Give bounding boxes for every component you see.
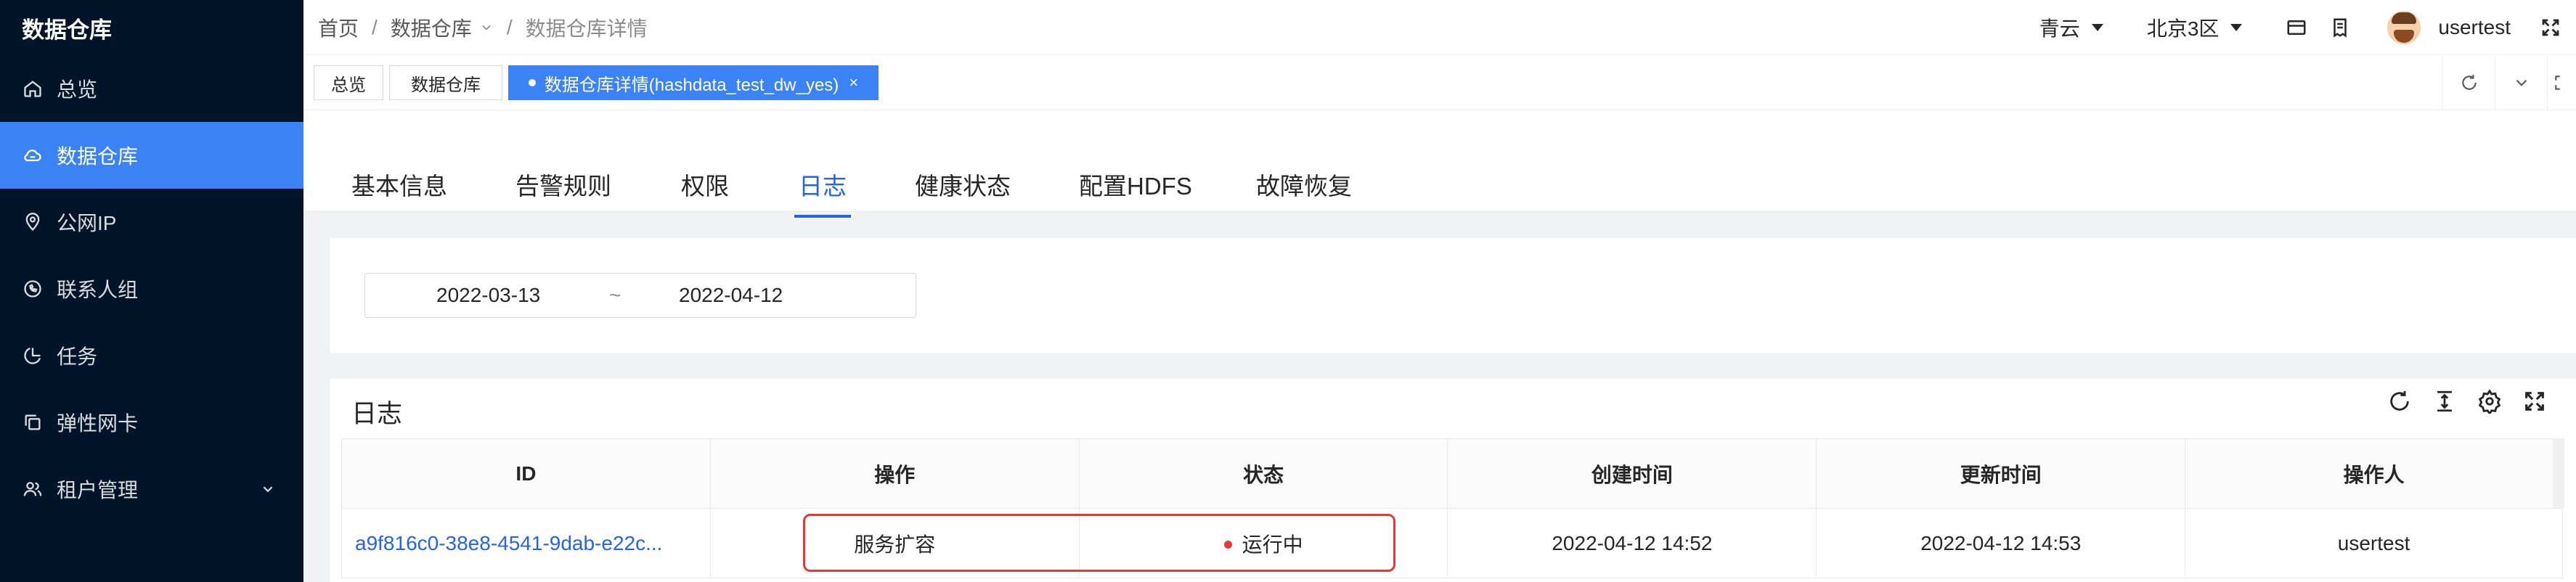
tab-permissions[interactable]: 权限 [681,167,729,212]
wallet-icon[interactable] [2286,17,2307,38]
breadcrumb-data-warehouse[interactable]: 数据仓库 [391,13,472,42]
tab-menu-button[interactable] [2495,55,2547,110]
chevron-down-icon[interactable] [479,20,494,35]
zone-select[interactable]: 北京3区 [2147,13,2243,42]
page-tabs-bar: 总览 数据仓库 数据仓库详情(hashdata_test_dw_yes) × [303,55,2576,110]
username[interactable]: usertest [2438,16,2511,39]
tab-health-status[interactable]: 健康状态 [915,167,1011,212]
sidebar-item-tasks[interactable]: 任务 [0,322,303,389]
date-range-separator: ~ [609,284,621,306]
log-status: 运行中 [1079,508,1448,578]
cloud-icon [22,144,44,166]
refresh-icon[interactable] [2387,389,2412,414]
log-toolbar [2367,389,2547,414]
log-table: ID 操作 状态 创建时间 更新时间 操作人 a9f816c0-38e8-454… [341,438,2563,578]
table-row: a9f816c0-38e8-4541-9dab-e22c... 服务扩容 运行中… [341,508,2563,578]
column-header-status[interactable]: 状态 [1079,438,1448,509]
breadcrumb-current: 数据仓库详情 [525,17,648,40]
page-tab-data-warehouse[interactable]: 数据仓库 [389,65,502,100]
fullscreen-icon[interactable] [2540,17,2561,38]
sidebar-item-label: 公网IP [57,212,117,234]
brand-title: 数据仓库 [22,17,112,43]
breadcrumb-separator: / [372,15,378,38]
table-header-row: ID 操作 状态 创建时间 更新时间 操作人 [341,438,2563,509]
status-dot [1223,540,1232,549]
sidebar-item-label: 联系人组 [57,279,139,301]
location-icon [22,211,44,233]
pie-icon [22,345,44,366]
log-created-time: 2022-04-12 14:52 [1447,508,1817,578]
end-date[interactable]: 2022-04-12 [679,284,783,307]
log-operator: usertest [2185,508,2563,578]
breadcrumb-separator: / [506,15,513,38]
page-tab-overview[interactable]: 总览 [314,65,383,100]
breadcrumb: 首页 / 数据仓库 / 数据仓库详情 [303,13,648,42]
column-header-created[interactable]: 创建时间 [1447,438,1817,509]
refresh-tab-button[interactable] [2442,55,2495,110]
table-scrollbar[interactable] [2553,438,2564,508]
breadcrumb-home[interactable]: 首页 [318,13,359,42]
sidebar-item-contact-group[interactable]: 联系人组 [0,255,303,322]
phone-chat-icon [22,278,44,300]
gear-icon[interactable] [2477,389,2502,414]
column-header-operation[interactable]: 操作 [710,438,1080,509]
start-date[interactable]: 2022-03-13 [436,284,540,307]
fullscreen-icon[interactable] [2522,389,2547,414]
sidebar-item-label: 任务 [57,345,98,368]
page-tab-data-warehouse-detail[interactable]: 数据仓库详情(hashdata_test_dw_yes) × [508,65,879,100]
sidebar-item-tenant-management[interactable]: 租户管理 [0,456,303,522]
sidebar-item-public-ip[interactable]: 公网IP [0,189,303,255]
close-icon[interactable]: × [849,73,858,92]
tab-alert-rules[interactable]: 告警规则 [515,167,611,212]
log-panel-title: 日志 [351,400,403,428]
caret-down-icon [2091,24,2103,31]
tab-expand-button[interactable] [2547,55,2576,110]
tab-tools [2442,55,2576,110]
column-header-id[interactable]: ID [341,438,711,509]
date-range-picker[interactable]: 2022-03-13 ~ 2022-04-12 [364,273,916,318]
column-height-icon[interactable] [2432,389,2457,414]
tab-basic-info[interactable]: 基本信息 [351,167,447,212]
status-text: 运行中 [1242,533,1303,556]
caret-down-icon [2230,24,2243,31]
log-operation: 服务扩容 [710,508,1080,578]
home-icon [22,78,44,99]
cloud-provider-select[interactable]: 青云 [2039,13,2103,42]
sidebar-item-label: 弹性网卡 [57,412,139,435]
tab-config-hdfs[interactable]: 配置HDFS [1079,167,1192,212]
sidebar-item-label: 租户管理 [57,479,139,501]
chevron-down-icon [2516,79,2527,86]
sidebar-item-elastic-nic[interactable]: 弹性网卡 [0,389,303,456]
top-header: 首页 / 数据仓库 / 数据仓库详情 青云 北京3区 usertest [303,0,2576,55]
chevron-down-icon[interactable] [260,481,276,497]
zone-value: 北京3区 [2146,17,2220,40]
log-card: 日志 ID 操作 状态 创建时间 更新时间 操作人 a9f816c0-38e8-… [330,379,2576,582]
active-dot [528,79,536,86]
filter-card: 2022-03-13 ~ 2022-04-12 [330,238,2576,353]
tab-logs[interactable]: 日志 [794,167,851,218]
user-group-icon [22,478,44,500]
sidebar-item-label: 数据仓库 [57,145,139,168]
sidebar-item-data-warehouse[interactable]: 数据仓库 [0,122,303,189]
header-actions: 青云 北京3区 usertest [2039,0,2576,55]
log-id-link[interactable]: a9f816c0-38e8-4541-9dab-e22c... [341,508,711,578]
sidebar-item-label: 总览 [57,78,98,101]
copy-icon [22,411,44,433]
cloud-provider-value: 青云 [2039,17,2080,40]
log-updated-time: 2022-04-12 14:53 [1816,508,2186,578]
column-header-operator[interactable]: 操作人 [2185,438,2563,509]
column-header-updated[interactable]: 更新时间 [1816,438,2186,509]
sidebar-item-overview[interactable]: 总览 [0,55,303,122]
tab-fault-recovery[interactable]: 故障恢复 [1256,167,1352,212]
avatar[interactable] [2387,11,2421,44]
sidebar: 数据仓库 总览 数据仓库 公网IP 联系人组 任务 弹性网卡 租户管理 [0,0,303,582]
bill-icon[interactable] [2329,17,2351,38]
detail-tabs: 基本信息 告警规则 权限 日志 健康状态 配置HDFS 故障恢复 [303,110,2576,218]
refresh-icon [2461,75,2477,90]
expand-icon [2554,75,2560,90]
